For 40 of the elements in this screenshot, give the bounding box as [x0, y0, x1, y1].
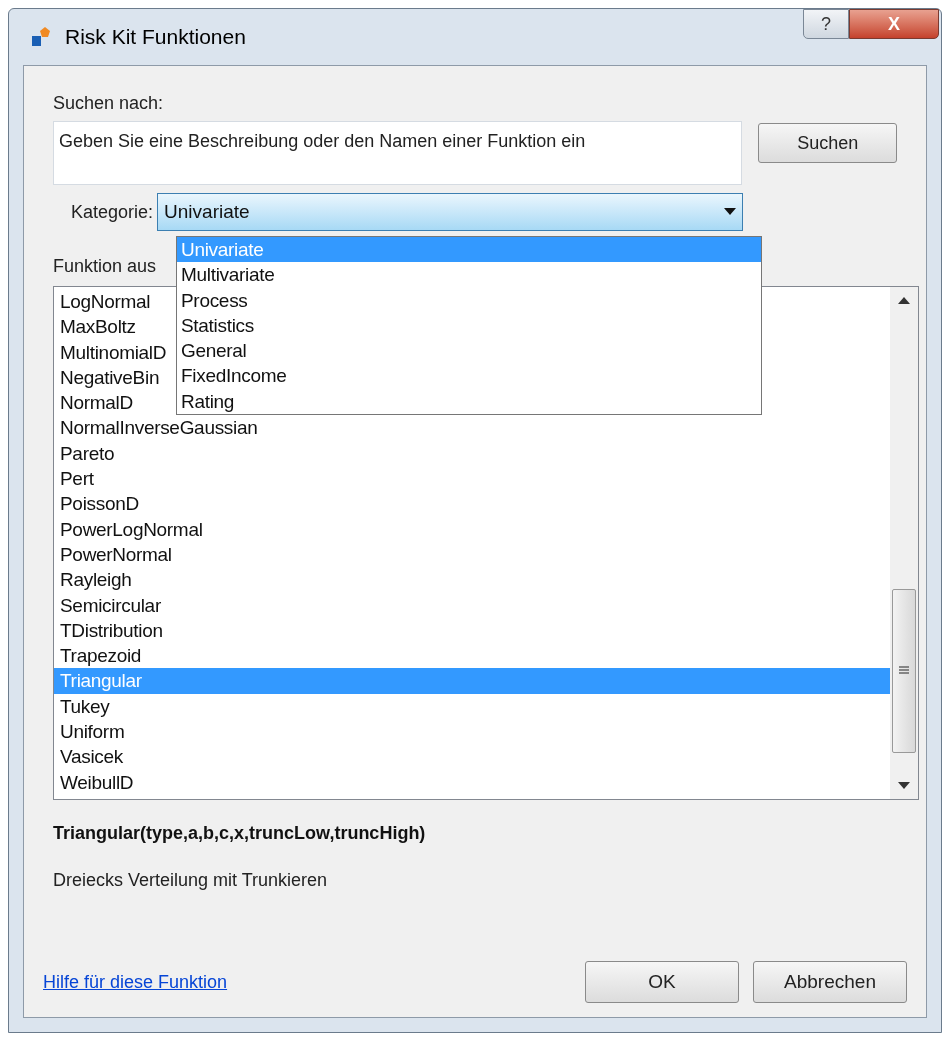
function-item[interactable]: Uniform: [54, 719, 890, 745]
scroll-down-icon[interactable]: [898, 782, 910, 789]
function-item[interactable]: PowerNormal: [54, 541, 890, 568]
function-description: Dreiecks Verteilung mit Trunkieren: [53, 869, 329, 892]
function-list-label: Funktion aus: [53, 255, 157, 278]
help-link[interactable]: Hilfe für diese Funktion: [43, 968, 228, 996]
function-item[interactable]: Trapezoid: [54, 643, 890, 669]
app-logo-icon: [29, 25, 53, 49]
category-label: Kategorie:: [71, 200, 154, 224]
category-option[interactable]: Multivariate: [177, 262, 761, 288]
function-signature: Triangular(type,a,b,c,x,truncLow,truncHigh): [53, 822, 427, 845]
dropdown-caret-icon: [724, 208, 737, 216]
function-item[interactable]: WeibullD: [54, 769, 890, 795]
grip-icon: [899, 666, 909, 676]
function-item[interactable]: Tukey: [54, 693, 890, 720]
category-option[interactable]: Rating: [177, 388, 761, 415]
function-item[interactable]: NormalInverseGaussian: [54, 415, 890, 441]
window-title: Risk Kit Funktionen: [65, 24, 246, 51]
cancel-button[interactable]: Abbrechen: [753, 961, 907, 1003]
function-item[interactable]: TDistribution: [54, 617, 890, 644]
scrollbar[interactable]: [890, 287, 918, 799]
scroll-up-icon[interactable]: [898, 297, 910, 304]
function-item[interactable]: Semicircular: [54, 592, 890, 618]
scroll-thumb[interactable]: [892, 589, 916, 753]
category-option[interactable]: Statistics: [177, 312, 761, 339]
function-item[interactable]: Rayleigh: [54, 567, 890, 593]
search-label: Suchen nach:: [53, 92, 165, 115]
category-option[interactable]: FixedIncome: [177, 363, 761, 389]
help-button[interactable]: ?: [803, 9, 849, 39]
category-option[interactable]: General: [177, 338, 761, 364]
search-field[interactable]: Geben Sie eine Beschreibung oder den Namen einer Funktion ein: [53, 121, 743, 185]
category-dropdown[interactable]: Univariate: [157, 193, 744, 231]
function-item[interactable]: PowerLogNormal: [54, 516, 890, 542]
function-item[interactable]: Vasicek: [54, 744, 890, 770]
function-item[interactable]: Pareto: [54, 440, 890, 467]
ok-button[interactable]: OK: [585, 961, 739, 1003]
search-button[interactable]: Suchen: [758, 123, 897, 163]
function-item[interactable]: Pert: [54, 466, 890, 492]
category-option[interactable]: Process: [177, 287, 761, 313]
function-item[interactable]: PoissonD: [54, 491, 890, 517]
